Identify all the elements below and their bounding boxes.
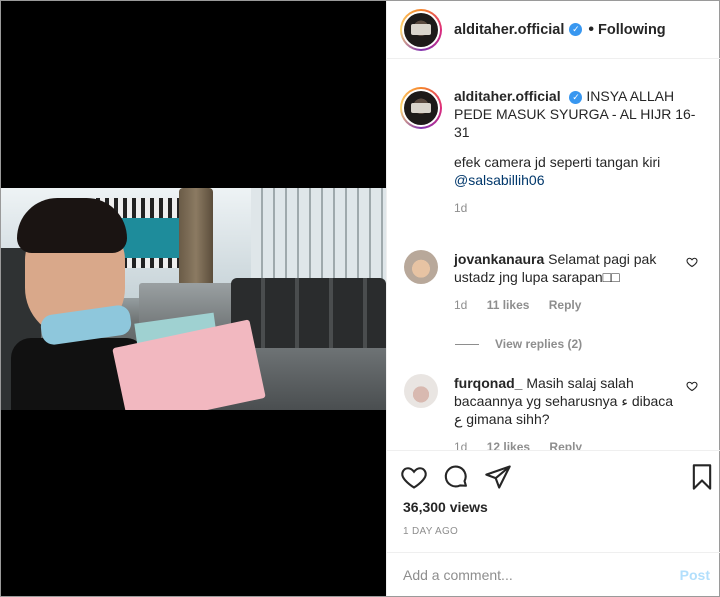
actions-divider (387, 450, 720, 451)
view-count[interactable]: 36,300 views (403, 499, 488, 515)
caption-mention-link[interactable]: @salsabillih06 (454, 171, 710, 189)
like-heart-icon[interactable] (400, 463, 428, 491)
comment-avatar[interactable] (404, 374, 438, 408)
comment-like-heart-icon[interactable] (686, 380, 698, 392)
comment-username[interactable]: furqonad_ (454, 375, 522, 391)
caption-body-text: efek camera jd seperti tangan kiri (454, 154, 661, 170)
caption-avatar-image (404, 91, 438, 125)
comment-bubble-icon[interactable] (442, 463, 470, 491)
post-sidebar: alditaher.official ✓ • Following alditah… (386, 1, 720, 596)
comment-body: furqonad_ Masih salaj salah bacaannya yg… (454, 374, 684, 450)
video-person-hair (17, 198, 127, 253)
comment-meta: 1d 11 likes Reply (454, 296, 684, 314)
share-paper-plane-icon[interactable] (484, 463, 512, 491)
caption-text-block: alditaher.official ✓ INSYA ALLAH PEDE MA… (454, 87, 710, 141)
comment-avatar[interactable] (404, 250, 438, 284)
action-bar (400, 463, 712, 491)
view-replies-link[interactable]: View replies (2) (455, 337, 582, 351)
caption-avatar-ring (402, 89, 440, 127)
comment-reply-button[interactable]: Reply (549, 298, 582, 312)
header-username[interactable]: alditaher.official (454, 22, 564, 38)
verified-badge-icon: ✓ (569, 23, 583, 36)
post-comment-button[interactable]: Post (680, 567, 710, 583)
comment-like-heart-icon[interactable] (686, 256, 698, 268)
add-comment-input[interactable] (403, 566, 680, 583)
video-bg-tree (179, 188, 213, 298)
caption: alditaher.official ✓ INSYA ALLAH PEDE MA… (400, 87, 710, 215)
comment-likes[interactable]: 11 likes (487, 298, 530, 312)
post-media[interactable] (1, 1, 386, 596)
comment-time[interactable]: 1d (454, 298, 467, 312)
following-button[interactable]: Following (598, 22, 666, 38)
comment-username[interactable]: jovankanaura (454, 251, 544, 267)
caption-body: efek camera jd seperti tangan kiri @sals… (454, 153, 710, 189)
comment-likes[interactable]: 12 likes (487, 440, 530, 450)
caption-avatar[interactable] (400, 87, 442, 129)
comment-time[interactable]: 1d (454, 440, 467, 450)
caption-time: 1d (454, 201, 468, 215)
comment-item: furqonad_ Masih salaj salah bacaannya yg… (400, 374, 710, 450)
view-replies-label: View replies (2) (495, 337, 583, 351)
caption-username[interactable]: alditaher.official (454, 88, 561, 104)
header-avatar-ring (402, 10, 440, 49)
comment-body: jovankanaura Selamat pagi pak ustadz jng… (454, 250, 684, 314)
header-avatar[interactable] (400, 8, 442, 51)
comment-reply-button[interactable]: Reply (549, 440, 582, 450)
post-date[interactable]: 1 DAY AGO (403, 526, 458, 537)
save-bookmark-icon[interactable] (688, 463, 716, 491)
view-replies-line (455, 343, 479, 345)
add-comment-bar: Post (387, 552, 720, 596)
video-frame[interactable] (1, 188, 386, 410)
header-avatar-image (404, 12, 438, 47)
comment-item: jovankanaura Selamat pagi pak ustadz jng… (400, 250, 710, 314)
header-separator: • (588, 20, 595, 38)
caption-verified-badge-icon: ✓ (569, 90, 583, 104)
post-header: alditaher.official ✓ • Following (387, 1, 720, 59)
comment-meta: 1d 12 likes Reply (454, 438, 684, 450)
